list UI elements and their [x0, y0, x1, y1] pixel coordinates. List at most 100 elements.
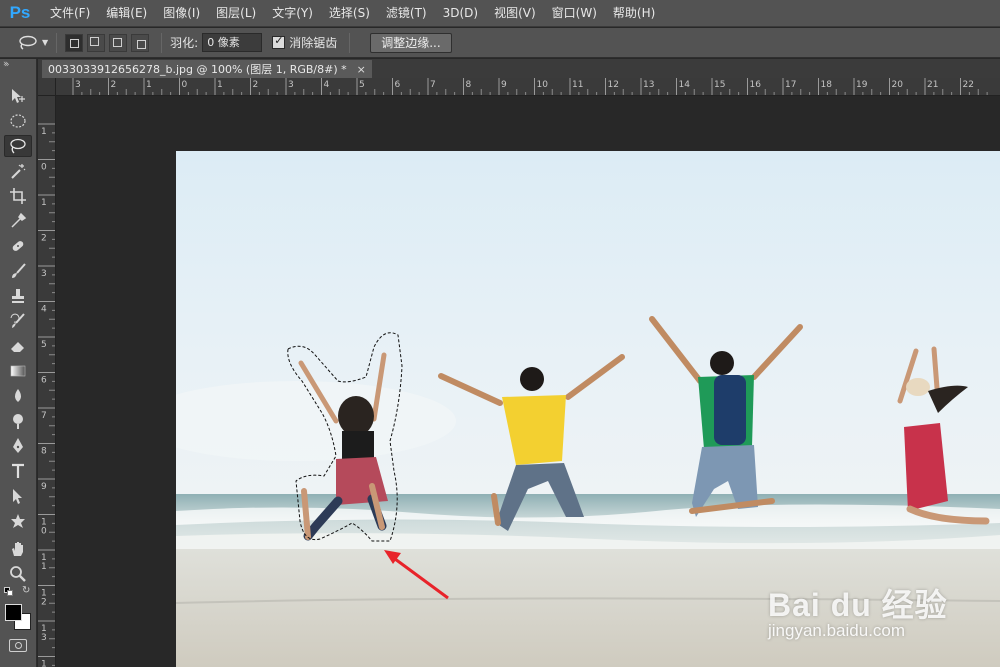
clone-stamp-tool[interactable]	[4, 285, 32, 307]
ruler-label: 21	[927, 80, 938, 90]
lasso-icon	[19, 35, 37, 50]
lasso-tool[interactable]	[4, 135, 32, 157]
default-colors-icon[interactable]	[4, 587, 13, 596]
photoshop-logo: Ps	[9, 3, 31, 22]
divider	[349, 32, 351, 53]
type-tool-icon	[12, 463, 24, 478]
ruler-label: 8	[466, 80, 472, 90]
ruler-label: 17	[785, 80, 796, 90]
ruler-label: 1	[217, 80, 223, 90]
lasso-tool-icon	[10, 138, 26, 154]
type-tool[interactable]	[4, 460, 32, 482]
horizontal-ruler: 3 2 1 0 1 2 3 4 5 6 7 8 9 10 11 12 13 14 15 16 17 18 19 20 21 22	[56, 78, 1000, 96]
dodge-tool-icon	[13, 414, 23, 429]
foreground-color-swatch[interactable]	[5, 604, 22, 621]
subtract-from-selection-button[interactable]	[109, 33, 128, 52]
pen-tool-icon	[13, 438, 23, 453]
document-tab-bar: » 0033033912656278_b.jpg @ 100% (图层 1, R…	[4, 59, 1000, 78]
intersect-selection-icon	[137, 39, 147, 49]
ruler-label: 1	[146, 80, 152, 90]
ruler-corner	[38, 78, 56, 96]
ruler-label: 0	[182, 80, 188, 90]
divider	[56, 32, 58, 53]
ruler-label: 1	[41, 127, 47, 137]
antialias-checkbox[interactable]	[272, 34, 286, 49]
menu-3d[interactable]: 3D(D)	[435, 0, 486, 27]
menu-view[interactable]: 视图(V)	[486, 0, 544, 27]
document-tab[interactable]: 0033033912656278_b.jpg @ 100% (图层 1, RGB…	[42, 60, 372, 78]
subtract-selection-icon	[113, 37, 123, 47]
menu-window[interactable]: 窗口(W)	[544, 0, 605, 27]
dodge-tool[interactable]	[4, 410, 32, 432]
divider	[161, 32, 163, 53]
tools-panel: » ↻	[0, 59, 37, 667]
quick-mask-icon	[15, 642, 22, 649]
add-selection-icon	[90, 36, 100, 46]
ruler-label: 19	[856, 80, 868, 90]
menu-select[interactable]: 选择(S)	[321, 0, 378, 27]
quick-mask-button[interactable]	[9, 639, 27, 652]
tool-preset-picker[interactable]: ▼	[18, 35, 48, 51]
close-icon[interactable]: ×	[357, 63, 366, 76]
ruler-label: 9	[501, 80, 507, 90]
history-brush-tool[interactable]	[4, 310, 32, 332]
swap-colors-icon[interactable]: ↻	[22, 585, 30, 596]
ruler-label: 10	[537, 80, 549, 90]
refine-edge-button[interactable]: 调整边缘...	[370, 32, 452, 53]
add-to-selection-button[interactable]	[87, 33, 106, 52]
ruler-label: 2	[253, 80, 259, 90]
panel-collapse-icon[interactable]: »	[4, 60, 10, 70]
menu-help[interactable]: 帮助(H)	[605, 0, 663, 27]
baidu-watermark-url: jingyan.baidu.com	[768, 621, 906, 640]
zoom-tool[interactable]	[4, 563, 32, 585]
marquee-tool[interactable]	[4, 110, 32, 132]
ruler-label: 16	[750, 80, 762, 90]
new-selection-icon	[70, 38, 80, 48]
menu-items: 文件(F) 编辑(E) 图像(I) 图层(L) 文字(Y) 选择(S) 滤镜(T…	[42, 0, 663, 27]
ruler-label: 6	[395, 80, 401, 90]
menu-filter[interactable]: 滤镜(T)	[378, 0, 435, 27]
ruler-label: 0	[41, 163, 47, 173]
intersect-selection-button[interactable]	[131, 33, 150, 52]
crop-tool-icon	[10, 188, 26, 204]
ruler-label: 0	[41, 527, 47, 537]
eyedropper-tool[interactable]	[4, 210, 32, 232]
menu-type[interactable]: 文字(Y)	[264, 0, 321, 27]
brush-tool[interactable]	[4, 260, 32, 282]
ruler-label: 15	[714, 80, 725, 90]
eraser-tool[interactable]	[4, 335, 32, 357]
ruler-label: 14	[679, 80, 691, 90]
menu-edit[interactable]: 编辑(E)	[98, 0, 155, 27]
options-bar: ▼ 羽化: 0 像素 消除锯齿 调整边缘...	[0, 28, 1000, 58]
ruler-label: 1	[41, 562, 47, 572]
ruler-label: 2	[41, 598, 47, 608]
menu-layer[interactable]: 图层(L)	[208, 0, 264, 27]
zoom-tool-icon	[10, 566, 26, 582]
hand-tool[interactable]	[4, 538, 32, 560]
move-tool[interactable]	[4, 85, 32, 107]
baidu-watermark-logo: Bai du 经验	[768, 587, 948, 623]
gradient-tool-icon	[10, 365, 26, 377]
pen-tool[interactable]	[4, 435, 32, 457]
chevron-down-icon: ▼	[42, 38, 49, 47]
ruler-label: 4	[324, 80, 330, 90]
shape-tool[interactable]	[4, 510, 32, 532]
gradient-tool[interactable]	[4, 360, 32, 382]
path-selection-tool[interactable]	[4, 485, 32, 507]
ruler-label: 8	[41, 447, 47, 457]
ruler-label: 20	[892, 80, 904, 90]
menu-image[interactable]: 图像(I)	[155, 0, 208, 27]
crop-tool[interactable]	[4, 185, 32, 207]
new-selection-button[interactable]	[65, 33, 84, 52]
ruler-label: 5	[41, 340, 47, 350]
magic-wand-tool[interactable]	[4, 160, 32, 182]
menu-file[interactable]: 文件(F)	[42, 0, 98, 27]
ruler-label: 1	[41, 198, 47, 208]
blur-tool[interactable]	[4, 385, 32, 407]
healing-brush-tool[interactable]	[4, 235, 32, 257]
blur-tool-icon	[15, 389, 21, 402]
ruler-label: 9	[41, 482, 47, 492]
vertical-ruler-ticks: 101234567891011121314	[38, 123, 55, 667]
feather-input[interactable]: 0 像素	[202, 33, 263, 52]
ruler-label: 7	[41, 411, 47, 421]
